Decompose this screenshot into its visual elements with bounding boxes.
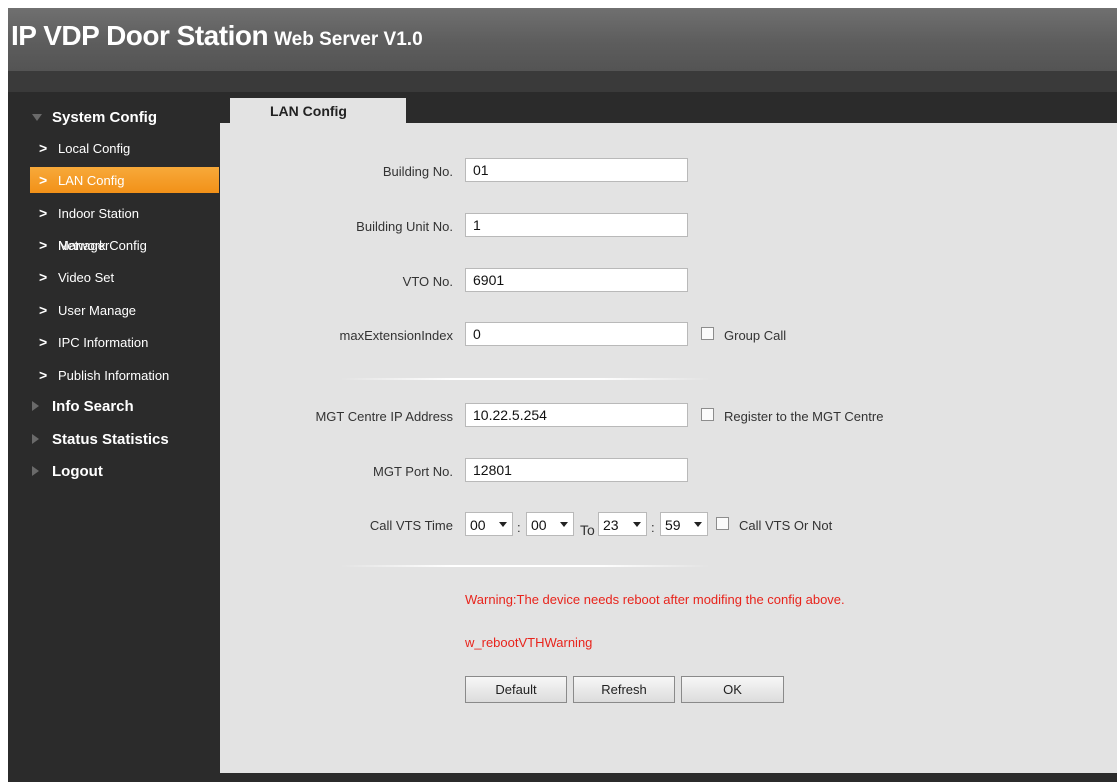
mgt-port-label: MGT Port No. <box>373 464 453 479</box>
app-header: IP VDP Door Station Web Server V1.0 <box>8 8 1117 72</box>
vto-no-row: VTO No. <box>220 268 1117 294</box>
sidebar-item-publish-information[interactable]: > Publish Information <box>30 362 219 388</box>
sidebar-item-network-config[interactable]: > Network Config Manager <box>30 232 219 258</box>
vto-no-input[interactable] <box>465 268 688 292</box>
call-vts-or-not-checkbox[interactable] <box>716 517 729 530</box>
start-minute-value: 00 <box>531 517 547 533</box>
building-unit-no-input[interactable] <box>465 213 688 237</box>
main-content: LAN Config Building No. Building Unit No… <box>220 92 1117 773</box>
dropdown-arrow-icon <box>694 522 702 527</box>
sidebar-item-video-set[interactable]: > Video Set <box>30 264 219 290</box>
tab-label: LAN Config <box>270 103 347 119</box>
building-unit-no-label: Building Unit No. <box>356 219 453 234</box>
reboot-warning: Warning:The device needs reboot after mo… <box>465 592 845 607</box>
sidebar-section-status-statistics[interactable]: Status Statistics <box>8 427 220 453</box>
sidebar-item-label: Publish Information <box>58 368 170 383</box>
sidebar-item-ipc-information[interactable]: > IPC Information <box>30 329 219 355</box>
mgt-port-input[interactable] <box>465 458 688 482</box>
group-call-label: Group Call <box>724 328 787 343</box>
app-subtitle: Web Server V1.0 <box>274 29 423 50</box>
refresh-button[interactable]: Refresh <box>573 676 675 703</box>
time-colon: : <box>651 520 655 535</box>
sidebar-item-label: IPC Information <box>58 335 149 350</box>
sidebar-item-label: User Manage <box>58 303 137 318</box>
chevron-right-icon: > <box>39 269 48 285</box>
chevron-right-icon: > <box>39 205 48 221</box>
start-hour-value: 00 <box>470 517 486 533</box>
call-vts-time-label: Call VTS Time <box>369 518 453 533</box>
sidebar-item-label: Network Config Manager <box>58 238 147 253</box>
tab-strip: LAN Config <box>220 92 1117 124</box>
sidebar-section-label: Status Statistics <box>52 431 169 448</box>
collapsed-triangle-icon <box>32 434 39 444</box>
sidebar-item-lan-config[interactable]: > LAN Config <box>30 167 219 193</box>
app-title-text: IP VDP Door Station <box>11 20 269 51</box>
default-button[interactable]: Default <box>465 676 567 703</box>
building-unit-no-row: Building Unit No. <box>220 213 1117 239</box>
sidebar-section-label: Info Search <box>52 398 134 415</box>
sidebar-item-overlap-text: Manager <box>58 238 110 253</box>
chevron-right-icon: > <box>39 334 48 350</box>
start-hour-select[interactable]: 00 <box>465 512 513 536</box>
end-hour-select[interactable]: 23 <box>598 512 647 536</box>
mgt-ip-label: MGT Centre IP Address <box>315 409 453 424</box>
vth-reboot-warning: w_rebootVTHWarning <box>465 635 593 650</box>
time-colon: : <box>517 520 521 535</box>
sidebar-item-user-manage[interactable]: > User Manage <box>30 297 219 323</box>
to-label: To <box>580 522 595 538</box>
building-no-input[interactable] <box>465 158 688 182</box>
group-call-checkbox[interactable] <box>701 327 714 340</box>
dropdown-arrow-icon <box>499 522 507 527</box>
mgt-port-row: MGT Port No. <box>220 458 1117 484</box>
sidebar-section-label: System Config <box>52 109 158 126</box>
chevron-right-icon: > <box>39 237 48 253</box>
dropdown-arrow-icon <box>633 522 641 527</box>
sidebar-section-system-config[interactable]: System Config <box>8 105 220 131</box>
dropdown-arrow-icon <box>560 522 568 527</box>
overlapping-label: Network Config Manager <box>58 238 147 253</box>
register-mgt-label: Register to the MGT Centre <box>724 409 884 424</box>
sidebar-section-label: Logout <box>52 463 103 480</box>
sidebar: System Config > Local Config > LAN Confi… <box>8 92 220 782</box>
end-minute-select[interactable]: 59 <box>660 512 708 536</box>
mgt-ip-row: MGT Centre IP Address Register to the MG… <box>220 403 1117 429</box>
building-no-row: Building No. <box>220 158 1117 184</box>
sidebar-item-indoor-station[interactable]: > Indoor Station <box>30 200 219 226</box>
chevron-right-icon: > <box>39 140 48 156</box>
sidebar-item-label: Video Set <box>58 270 115 285</box>
sidebar-item-local-config[interactable]: > Local Config <box>30 135 219 161</box>
max-extension-index-input[interactable] <box>465 322 688 346</box>
sidebar-section-logout[interactable]: Logout <box>8 459 220 485</box>
sidebar-item-label: LAN Config <box>58 173 125 188</box>
sidebar-section-info-search[interactable]: Info Search <box>8 394 220 420</box>
collapsed-triangle-icon <box>32 466 39 476</box>
call-vts-or-not-label: Call VTS Or Not <box>739 518 833 533</box>
chevron-right-icon: > <box>39 367 48 383</box>
building-no-label: Building No. <box>382 164 453 179</box>
collapsed-triangle-icon <box>32 401 39 411</box>
chevron-right-icon: > <box>39 302 48 318</box>
chevron-right-icon: > <box>39 172 48 188</box>
button-row: Default Refresh OK <box>220 676 1117 703</box>
app-title: IP VDP Door Station Web Server V1.0 <box>11 20 423 52</box>
mgt-ip-input[interactable] <box>465 403 688 427</box>
end-hour-value: 23 <box>603 517 619 533</box>
call-vts-time-row: Call VTS Time 00 : 00 To 23 : 59 Call VT… <box>220 512 1117 538</box>
max-extension-index-label: maxExtensionIndex <box>339 328 453 343</box>
sidebar-item-label: Local Config <box>58 141 131 156</box>
max-extension-index-row: maxExtensionIndex Group Call <box>220 322 1117 348</box>
sidebar-item-label: Indoor Station <box>58 206 139 221</box>
section-divider <box>340 565 710 567</box>
header-divider-bar <box>8 72 1117 92</box>
section-divider <box>340 378 710 380</box>
register-mgt-checkbox[interactable] <box>701 408 714 421</box>
ok-button[interactable]: OK <box>681 676 784 703</box>
end-minute-value: 59 <box>665 517 681 533</box>
expanded-triangle-icon <box>32 114 42 121</box>
start-minute-select[interactable]: 00 <box>526 512 574 536</box>
tab-lan-config[interactable]: LAN Config <box>230 98 406 124</box>
app-frame: IP VDP Door Station Web Server V1.0 Syste… <box>8 8 1117 782</box>
vto-no-label: VTO No. <box>402 274 453 289</box>
